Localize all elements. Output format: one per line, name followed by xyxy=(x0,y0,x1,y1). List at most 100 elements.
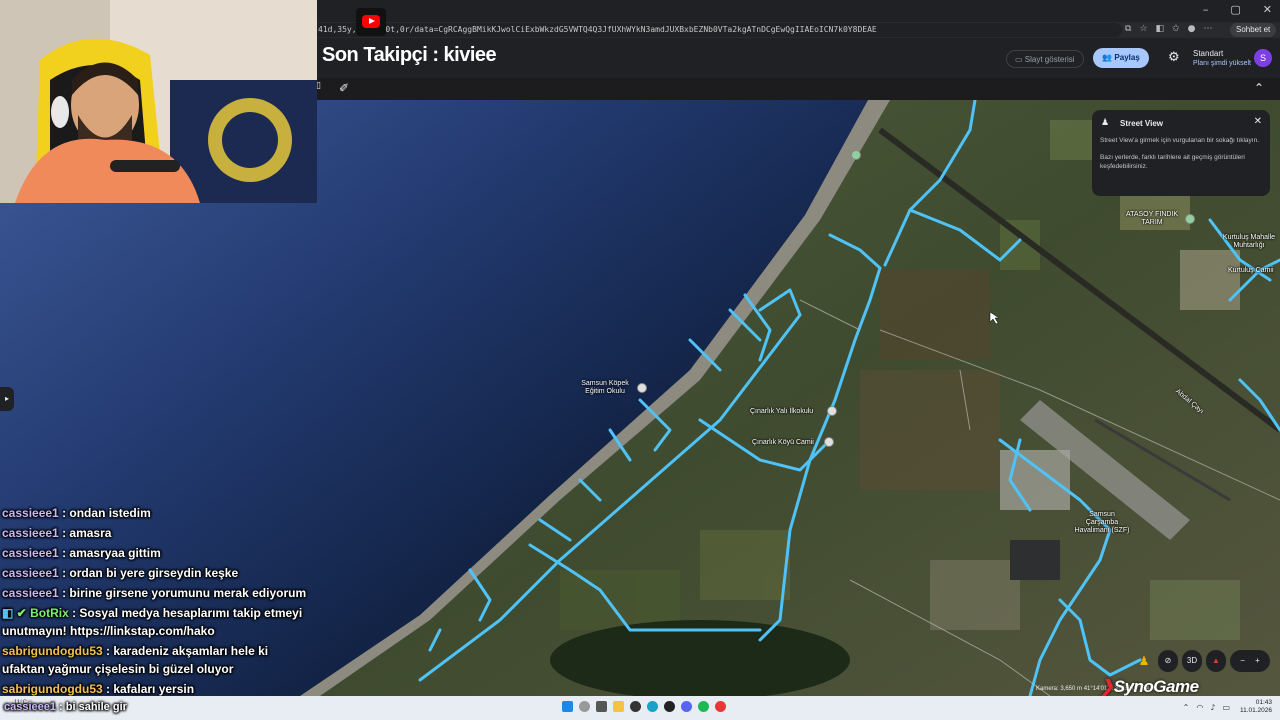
favorites-icon[interactable]: ✩ xyxy=(1172,24,1180,34)
discord-icon[interactable] xyxy=(681,701,692,712)
chat-username: sabrigundogdu53 xyxy=(2,682,103,696)
tray-chevron-icon[interactable]: ⌃ xyxy=(1183,703,1190,712)
stream-chat: cassieee1 : ondan istedim cassieee1 : am… xyxy=(2,503,312,699)
label-atasoy[interactable]: ATASOY FINDIK TARIM xyxy=(1122,211,1182,227)
pegman-button[interactable]: ♟ xyxy=(1134,650,1154,672)
chat-username: cassieee1 xyxy=(2,546,59,560)
zoom-in-button[interactable]: + xyxy=(1255,656,1260,665)
label-kurtulus-muhtarlik[interactable]: Kurtuluş Mahalle Muhtarlığı xyxy=(1218,234,1280,250)
install-icon[interactable]: ⧉ xyxy=(1125,24,1131,34)
chat-button[interactable]: Sohbet et xyxy=(1230,23,1277,37)
chat-username: cassieee1 xyxy=(4,701,56,713)
chat-username: cassieee1 xyxy=(2,566,59,580)
share-label: Paylaş xyxy=(1114,53,1140,62)
webcam-image xyxy=(0,0,317,203)
chat-text: : ondan istedim xyxy=(58,506,151,520)
wifi-icon[interactable]: ◠ xyxy=(1196,703,1203,712)
address-bar[interactable]: 41d,35y,11.8h,0t,0r/data=CgRCAggBMikKJwo… xyxy=(312,23,1122,37)
bookmark-star-icon[interactable]: ☆ xyxy=(1139,24,1147,34)
mosque-marker-icon[interactable] xyxy=(824,437,834,447)
label-cinarlik-camii[interactable]: Çınarlık Köyü Camii xyxy=(752,439,814,447)
chat-text: : bi sahile gir xyxy=(56,701,127,713)
chat-username: BotRix xyxy=(30,606,69,620)
last-follower-overlay: Son Takipçi : kiviee xyxy=(322,44,497,66)
record-icon[interactable] xyxy=(715,701,726,712)
chat-username: cassieee1 xyxy=(2,506,59,520)
app-icon[interactable] xyxy=(630,701,641,712)
chat-username: cassieee1 xyxy=(2,526,59,540)
chat-text: : birine girsene yorumunu merak ediyorum xyxy=(58,586,307,600)
clock-time: 01:43 xyxy=(1255,699,1272,706)
volume-icon[interactable]: ♪ xyxy=(1210,703,1215,712)
street-view-panel: ♟ ✕ Street View Street View'a girmek içi… xyxy=(1092,110,1270,196)
youtube-logo xyxy=(356,8,386,36)
maximize-button[interactable]: ▢ xyxy=(1230,3,1240,16)
chat-message: cassieee1 : bi sahile gir xyxy=(4,698,127,716)
chat-text: : kafaları yersin xyxy=(102,682,195,696)
zoom-control: − + xyxy=(1230,650,1270,672)
plan-info[interactable]: Standart Planı şimdi yükselt xyxy=(1193,49,1251,69)
taskbar-apps xyxy=(562,701,726,712)
bot-badge-icon: ◧ xyxy=(2,606,14,620)
street-view-title: Street View xyxy=(1120,119,1163,128)
slideshow-button[interactable]: ▭ Slayt gösterisi xyxy=(1006,50,1084,68)
menu-dots-icon[interactable]: ⋯ xyxy=(1203,24,1212,34)
close-window-button[interactable]: ✕ xyxy=(1263,3,1272,16)
slideshow-label: Slayt gösterisi xyxy=(1024,55,1075,64)
clock[interactable]: 01:43 11.01.2026 xyxy=(1240,699,1272,715)
webcam-overlay xyxy=(0,0,317,203)
spotify-icon[interactable] xyxy=(698,701,709,712)
obs-icon[interactable] xyxy=(664,701,675,712)
compass-icon: ▲ xyxy=(1212,656,1220,665)
park-marker-icon[interactable] xyxy=(851,150,861,160)
search-icon[interactable] xyxy=(579,701,590,712)
windows-start-icon[interactable] xyxy=(562,701,573,712)
avatar[interactable]: S xyxy=(1254,49,1272,67)
compass-button[interactable]: ▲ xyxy=(1206,650,1226,672)
poi-marker-icon[interactable] xyxy=(637,383,647,393)
chat-message: cassieee1 : birine girsene yorumunu mera… xyxy=(2,583,312,603)
brand-name: SynoGame xyxy=(1113,677,1199,696)
chat-text: : amasra xyxy=(58,526,112,540)
collapse-chevron-icon[interactable]: ⌃ xyxy=(1254,81,1264,95)
label-kopek-egitim[interactable]: Samsun Köpek Eğitim Okulu xyxy=(572,380,638,396)
chat-message: ◧ ✔ BotRix : Sosyal medya hesaplarımı ta… xyxy=(2,603,312,641)
label-cinarlik-ilkokulu[interactable]: Çınarlık Yalı İlkokulu xyxy=(750,408,813,416)
no-tilt-icon: ⊘ xyxy=(1164,656,1172,665)
3d-button[interactable]: 3D xyxy=(1182,650,1202,672)
share-button[interactable]: 👥 Paylaş xyxy=(1093,48,1149,68)
chat-message: sabrigundogdu53 : karadeniz akşamları he… xyxy=(2,641,312,679)
chat-message: cassieee1 : ondan istedim xyxy=(2,503,312,523)
window-controls: – ▢ ✕ xyxy=(1203,3,1272,16)
compass-toggle[interactable]: ⊘ xyxy=(1158,650,1178,672)
chat-text: : amasryaa gittim xyxy=(58,546,161,560)
chat-username: cassieee1 xyxy=(2,586,59,600)
profile-icon[interactable]: ● xyxy=(1188,24,1196,34)
edge-icon[interactable] xyxy=(647,701,658,712)
chat-username: sabrigundogdu53 xyxy=(2,644,103,658)
minimize-button[interactable]: – xyxy=(1203,3,1209,16)
screen: – ▢ ✕ 41d,35y,11.8h,0t,0r/data=CgRCAggBM… xyxy=(0,0,1280,720)
file-explorer-icon[interactable] xyxy=(613,701,624,712)
settings-gear-icon[interactable]: ⚙ xyxy=(1168,50,1180,65)
battery-icon[interactable]: ▭ xyxy=(1222,703,1230,712)
ruler-icon[interactable]: ✐ xyxy=(339,81,349,95)
chat-message: cassieee1 : ordan bi yere girseydin keşk… xyxy=(2,563,312,583)
side-panel-toggle[interactable]: ▸ xyxy=(0,387,14,411)
plan-title: Standart xyxy=(1193,49,1224,58)
school-marker-icon[interactable] xyxy=(827,406,837,416)
brand-logo: ❯SynoGame xyxy=(1100,677,1199,697)
chat-message: cassieee1 : amasryaa gittim xyxy=(2,543,312,563)
close-icon[interactable]: ✕ xyxy=(1254,116,1262,127)
zoom-out-button[interactable]: − xyxy=(1240,656,1245,665)
plan-upgrade-link: Planı şimdi yükselt xyxy=(1193,60,1251,67)
extensions-icon[interactable]: ◧ xyxy=(1156,24,1165,34)
windows-taskbar: 11°C cassieee1 : bi sahile gir ⌃ ◠ ♪ ▭ 0… xyxy=(0,696,1280,720)
street-view-person-icon: ♟ xyxy=(1101,118,1110,128)
system-tray: ⌃ ◠ ♪ ▭ xyxy=(1183,703,1230,712)
task-view-icon[interactable] xyxy=(596,701,607,712)
clock-date: 11.01.2026 xyxy=(1239,707,1272,714)
atasoy-marker-icon[interactable] xyxy=(1185,214,1195,224)
label-havalimani[interactable]: Samsun Çarşamba Havalimanı (SZF) xyxy=(1074,511,1130,535)
label-kurtulus-camii[interactable]: Kurtuluş Camii xyxy=(1228,267,1274,275)
